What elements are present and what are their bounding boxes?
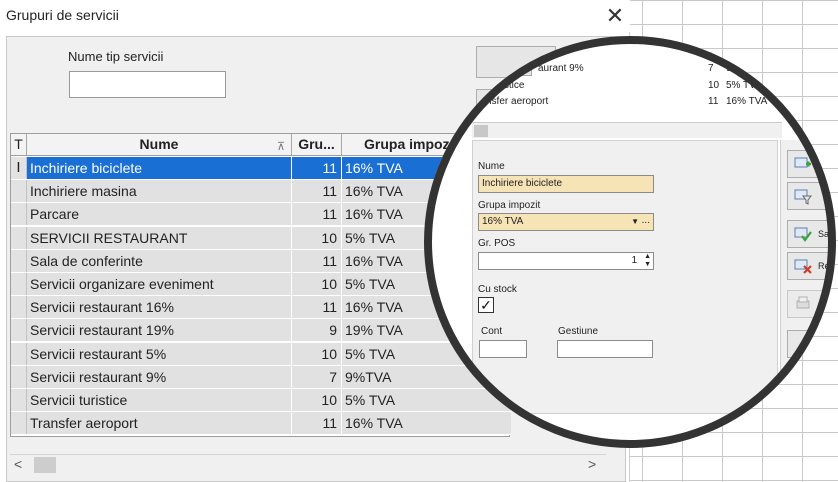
table-row[interactable]: Servicii restaurant 9% 7 9%TVA xyxy=(11,365,511,389)
print-button[interactable] xyxy=(787,290,836,318)
zoomed-scrollbar[interactable] xyxy=(472,122,782,138)
add-button[interactable] xyxy=(787,150,836,178)
cell-grupa: 11 xyxy=(292,296,342,319)
cell-nume: Parcare xyxy=(27,203,292,226)
cell-nume: Servicii restaurant 19% xyxy=(27,319,292,342)
save-button[interactable]: Sa xyxy=(787,220,836,248)
scroll-thumb[interactable] xyxy=(34,457,56,473)
cell-nume: SERVICII RESTAURANT xyxy=(27,226,292,249)
filter-label: Nume tip servicii xyxy=(68,49,164,64)
row-indicator xyxy=(11,180,27,203)
cell-nume: Inchiriere masina xyxy=(27,180,292,203)
scroll-left-icon[interactable]: < xyxy=(14,456,22,472)
row-indicator xyxy=(11,319,27,342)
cell-grupa: 10 xyxy=(292,342,342,365)
cont-label: Cont xyxy=(481,326,503,337)
cell-nume: Servicii restaurant 16% xyxy=(27,296,292,319)
grupa-impozit-select[interactable]: 16% TVA ▼ ... xyxy=(478,213,654,231)
column-header-gru[interactable]: Gru... xyxy=(292,134,342,155)
cont-field[interactable] xyxy=(479,340,527,358)
cell-nume: Sala de conferinte xyxy=(27,249,292,272)
edit-form: Nume Inchiriere biciclete Grupa impozit … xyxy=(472,140,778,414)
row-indicator xyxy=(11,226,27,249)
row-indicator xyxy=(11,272,27,295)
cell-grupa-impozit: 16% TVA xyxy=(342,412,511,435)
cell-nume: Servicii organizare eveniment xyxy=(27,272,292,295)
nume-label: Nume xyxy=(478,161,505,172)
cell-nume: Servicii turistice xyxy=(27,388,292,411)
cell-nume: Inchiriere biciclete xyxy=(27,157,292,179)
filter-button[interactable] xyxy=(787,182,836,210)
magnifier-lens: 10 5% TVA aurant 9% 7 9%TVA turistice 10… xyxy=(424,36,836,448)
nume-tip-servicii-input[interactable] xyxy=(69,71,226,98)
row-indicator xyxy=(11,342,27,365)
extra-button[interactable] xyxy=(787,330,836,358)
cell-grupa: 11 xyxy=(292,249,342,272)
window-title: Grupuri de servicii xyxy=(6,7,119,23)
scroll-thumb[interactable] xyxy=(474,125,488,137)
gr-pos-stepper[interactable]: 1 ▲ ▼ xyxy=(478,252,654,270)
table-row[interactable]: Servicii restaurant 5% 10 5% TVA xyxy=(11,342,511,366)
cell-grupa: 11 xyxy=(292,157,342,179)
cell-nume: Servicii restaurant 5% xyxy=(27,342,292,365)
row-indicator xyxy=(11,203,27,226)
list-item[interactable]: 10 5% TVA xyxy=(474,45,774,59)
cu-stock-checkbox[interactable]: ✓ xyxy=(478,297,494,313)
filter-icon xyxy=(794,189,812,205)
scroll-right-icon[interactable]: > xyxy=(588,456,596,472)
close-icon[interactable]: ✕ xyxy=(600,2,630,30)
cell-grupa: 11 xyxy=(292,412,342,435)
list-item[interactable]: aurant 9% 7 9%TVA xyxy=(474,63,774,77)
cell-grupa: 10 xyxy=(292,272,342,295)
list-item[interactable]: nsfer aeroport 11 16% TVA xyxy=(474,96,774,110)
gestiune-field[interactable] xyxy=(557,340,653,358)
column-header-nume[interactable]: Nume ⊼ xyxy=(27,134,292,155)
title-bar: Grupuri de servicii ✕ xyxy=(0,0,630,32)
cell-grupa: 10 xyxy=(292,226,342,249)
row-indicator xyxy=(11,412,27,435)
column-header-t[interactable]: T xyxy=(11,134,27,155)
cell-grupa: 7 xyxy=(292,365,342,388)
row-indicator xyxy=(11,296,27,319)
table-header: T Nume ⊼ Gru... Grupa impoz xyxy=(11,134,511,156)
row-indicator xyxy=(11,365,27,388)
grupa-impozit-label: Grupa impozit xyxy=(478,200,541,211)
row-indicator xyxy=(11,249,27,272)
cu-stock-label: Cu stock xyxy=(478,284,517,295)
more-icon[interactable]: ... xyxy=(642,213,650,229)
remove-label: Re xyxy=(818,261,830,271)
row-indicator: I xyxy=(11,157,27,179)
table-row[interactable]: Transfer aeroport 11 16% TVA xyxy=(11,412,511,436)
spinner-icon[interactable]: ▲ ▼ xyxy=(644,253,651,269)
list-item[interactable]: turistice 10 5% TVA xyxy=(474,80,774,94)
add-icon xyxy=(794,157,811,168)
remove-icon xyxy=(794,259,812,274)
gr-pos-label: Gr. POS xyxy=(478,238,516,249)
gestiune-label: Gestiune xyxy=(558,326,599,337)
table-row[interactable]: Servicii turistice 10 5% TVA xyxy=(11,388,511,413)
cell-grupa: 9 xyxy=(292,319,342,342)
cell-grupa: 11 xyxy=(292,180,342,203)
cell-nume: Servicii restaurant 9% xyxy=(27,365,292,388)
horizontal-scrollbar[interactable]: < > xyxy=(10,454,606,474)
remove-button[interactable]: Re xyxy=(787,252,836,280)
save-check-icon xyxy=(794,227,812,242)
row-indicator xyxy=(11,388,27,411)
cell-grupa: 10 xyxy=(292,388,342,411)
save-label: Sa xyxy=(818,229,830,239)
sort-icon[interactable]: ⊼ xyxy=(277,137,285,158)
cell-nume: Transfer aeroport xyxy=(27,412,292,435)
table-row[interactable]: Servicii restaurant 19% 9 19% TVA xyxy=(11,319,511,343)
action-buttons: Sa Re xyxy=(780,140,836,414)
cell-grupa: 11 xyxy=(292,203,342,226)
chevron-down-icon[interactable]: ▼ xyxy=(631,214,639,230)
screen: Grupuri de servicii ✕ Nume tip servicii … xyxy=(0,0,838,482)
print-icon xyxy=(796,296,810,309)
nume-field[interactable]: Inchiriere biciclete xyxy=(478,175,654,193)
column-header-nume-label: Nume xyxy=(139,136,179,152)
